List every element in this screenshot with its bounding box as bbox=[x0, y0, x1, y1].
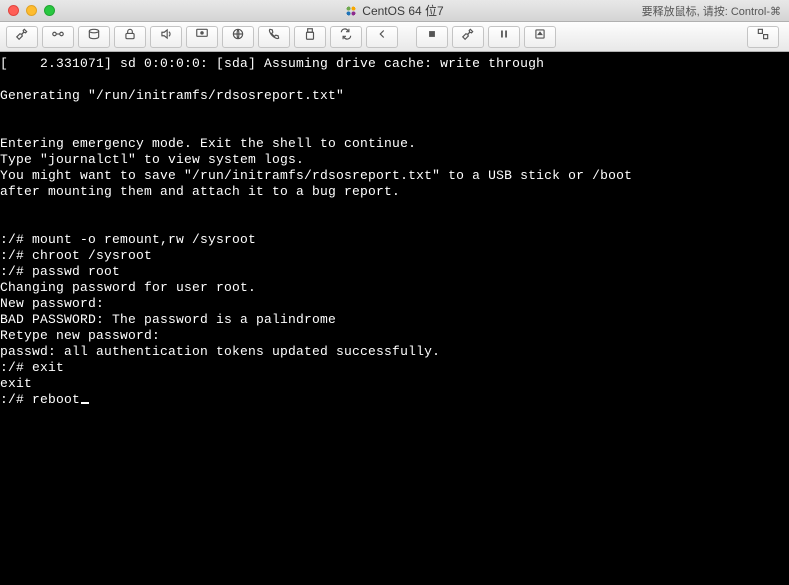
terminal-line: Retype new password: bbox=[0, 328, 160, 343]
lock-icon bbox=[123, 27, 137, 46]
window-title: CentOS 64 位7 bbox=[362, 2, 443, 19]
connection-icon bbox=[51, 27, 65, 46]
terminal-line: :/# chroot /sysroot bbox=[0, 248, 152, 263]
terminal-line: Type "journalctl" to view system logs. bbox=[0, 152, 304, 167]
close-button[interactable] bbox=[8, 5, 19, 16]
terminal-output[interactable]: [ 2.331071] sd 0:0:0:0: [sda] Assuming d… bbox=[0, 52, 789, 585]
tool-wrench[interactable] bbox=[6, 26, 38, 48]
tool-network[interactable] bbox=[222, 26, 254, 48]
centos-logo-icon bbox=[345, 5, 357, 17]
phone-icon bbox=[267, 27, 281, 46]
terminal-line: You might want to save "/run/initramfs/r… bbox=[0, 168, 632, 183]
toolbar bbox=[0, 22, 789, 52]
wrench-icon bbox=[461, 27, 475, 46]
tool-connection[interactable] bbox=[42, 26, 74, 48]
release-hint: 要释放鼠标, 请按: Control-⌘ bbox=[642, 3, 781, 19]
titlebar: CentOS 64 位7 要释放鼠标, 请按: Control-⌘ bbox=[0, 0, 789, 22]
terminal-line: :/# passwd root bbox=[0, 264, 120, 279]
usb-icon bbox=[303, 27, 317, 46]
display-icon bbox=[195, 27, 209, 46]
pause-icon bbox=[497, 27, 511, 46]
terminal-line: New password: bbox=[0, 296, 104, 311]
network-icon bbox=[231, 27, 245, 46]
terminal-line: Changing password for user root. bbox=[0, 280, 256, 295]
terminal-line: Generating "/run/initramfs/rdsosreport.t… bbox=[0, 88, 344, 103]
eject-icon bbox=[533, 27, 547, 46]
harddisk-icon bbox=[87, 27, 101, 46]
terminal-line: :/# reboot bbox=[0, 392, 80, 407]
minimize-button[interactable] bbox=[26, 5, 37, 16]
terminal-line: exit bbox=[0, 376, 32, 391]
window-controls bbox=[8, 5, 55, 16]
terminal-line: :/# exit bbox=[0, 360, 64, 375]
tool-wrench2[interactable] bbox=[452, 26, 484, 48]
tool-volume[interactable] bbox=[150, 26, 182, 48]
terminal-line: after mounting them and attach it to a b… bbox=[0, 184, 400, 199]
terminal-line: BAD PASSWORD: The password is a palindro… bbox=[0, 312, 336, 327]
tool-stop[interactable] bbox=[416, 26, 448, 48]
tool-pause[interactable] bbox=[488, 26, 520, 48]
tool-harddisk[interactable] bbox=[78, 26, 110, 48]
tool-back[interactable] bbox=[366, 26, 398, 48]
expand-icon bbox=[756, 27, 770, 46]
back-icon bbox=[375, 27, 389, 46]
tool-phone[interactable] bbox=[258, 26, 290, 48]
wrench-icon bbox=[15, 27, 29, 46]
stop-icon bbox=[425, 27, 439, 46]
tool-expand[interactable] bbox=[747, 26, 779, 48]
maximize-button[interactable] bbox=[44, 5, 55, 16]
terminal-line: :/# mount -o remount,rw /sysroot bbox=[0, 232, 256, 247]
tool-display[interactable] bbox=[186, 26, 218, 48]
terminal-line: passwd: all authentication tokens update… bbox=[0, 344, 440, 359]
tool-usb[interactable] bbox=[294, 26, 326, 48]
terminal-line: [ 2.331071] sd 0:0:0:0: [sda] Assuming d… bbox=[0, 56, 544, 71]
tool-loop[interactable] bbox=[330, 26, 362, 48]
terminal-line: Entering emergency mode. Exit the shell … bbox=[0, 136, 416, 151]
cursor-icon bbox=[81, 402, 89, 404]
tool-lock[interactable] bbox=[114, 26, 146, 48]
loop-icon bbox=[339, 27, 353, 46]
tool-eject[interactable] bbox=[524, 26, 556, 48]
volume-icon bbox=[159, 27, 173, 46]
